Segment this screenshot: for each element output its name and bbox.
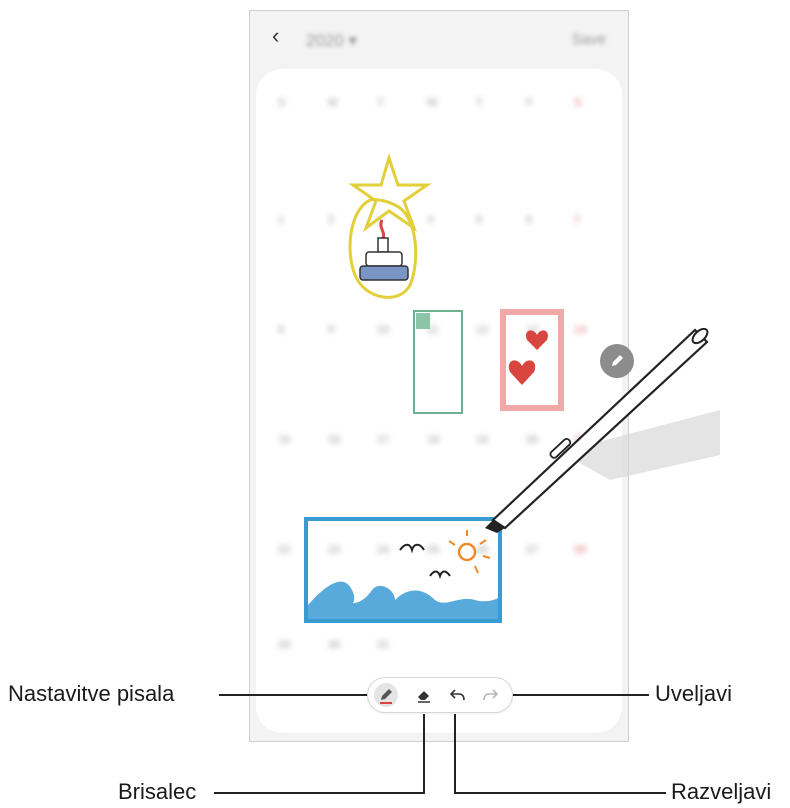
redo-button[interactable] [476, 681, 504, 709]
eraser-button[interactable] [410, 681, 438, 709]
sea-card-sketch [304, 517, 502, 623]
label-eraser: Brisalec [118, 779, 197, 804]
undo-button[interactable] [444, 681, 472, 709]
undo-icon [449, 689, 465, 701]
pen-settings-button[interactable] [372, 681, 400, 709]
pen-icon [374, 683, 398, 707]
label-undo: Razveljavi [671, 779, 772, 804]
label-redo: Uveljavi [655, 681, 733, 706]
pen-toolbar [368, 678, 512, 712]
eraser-icon [418, 691, 430, 703]
pencil-icon [612, 355, 623, 366]
pen-mode-button[interactable] [600, 344, 634, 378]
heart-card-sketch [500, 309, 564, 411]
label-pen-settings: Nastavitve pisala [8, 681, 175, 706]
cake-sketch [359, 219, 409, 281]
green-fill-sketch [416, 313, 430, 329]
redo-icon [483, 689, 499, 701]
